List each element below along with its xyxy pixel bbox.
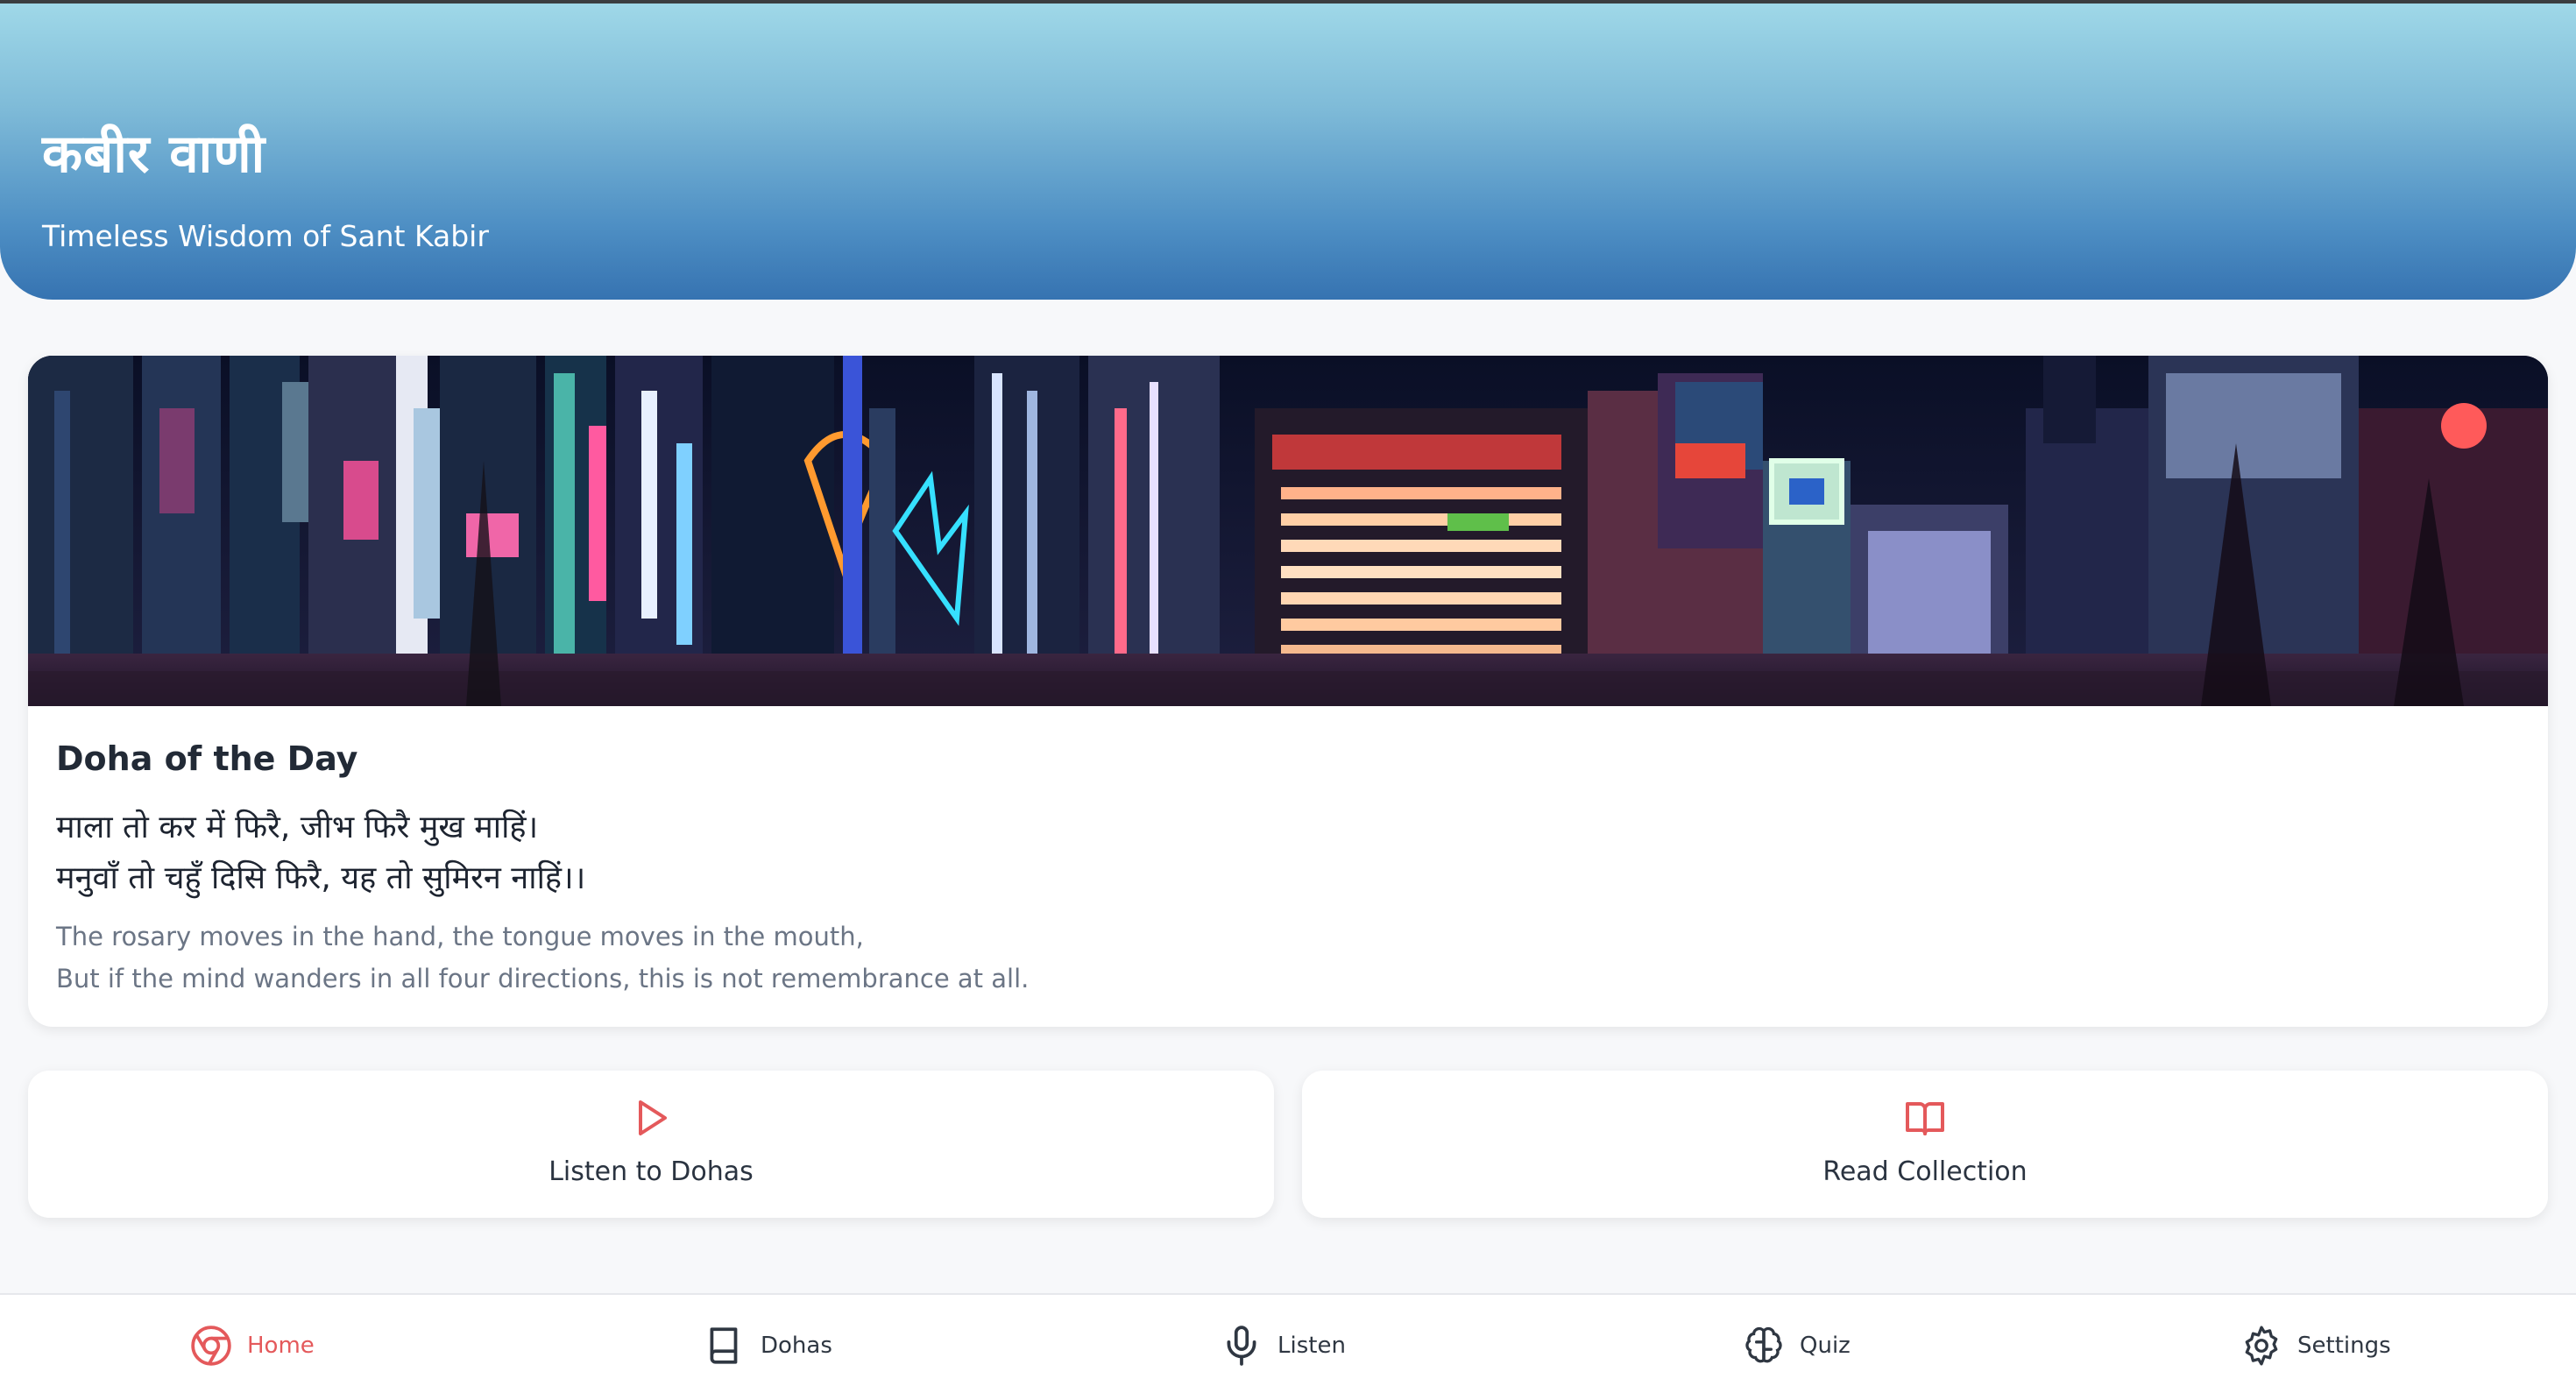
nav-item-listen[interactable]: Listen bbox=[1220, 1319, 1346, 1372]
app-subtitle: Timeless Wisdom of Sant Kabir bbox=[42, 219, 489, 253]
doha-hindi-line-2: मनुवाँ तो चहुँ दिसि फिरै, यह तो सुमिरन न… bbox=[56, 860, 586, 896]
book-open-icon bbox=[1906, 1102, 1944, 1135]
nav-item-quiz[interactable]: Quiz bbox=[1742, 1319, 1851, 1372]
play-icon bbox=[639, 1100, 667, 1135]
brain-icon bbox=[1745, 1326, 1782, 1363]
nav-label-dohas: Dohas bbox=[761, 1333, 832, 1359]
city-night-banner-image bbox=[28, 356, 2548, 706]
nav-item-settings[interactable]: Settings bbox=[2240, 1319, 2391, 1372]
doha-of-the-day-card: Doha of the Day माला तो कर में फिरै, जीभ… bbox=[28, 356, 2548, 1027]
doha-english-line-1: The rosary moves in the hand, the tongue… bbox=[56, 922, 864, 951]
nav-item-dohas[interactable]: Dohas bbox=[703, 1319, 832, 1372]
doha-english-line-2: But if the mind wanders in all four dire… bbox=[56, 964, 1030, 993]
microphone-icon bbox=[1227, 1326, 1256, 1366]
listen-to-dohas-button[interactable]: Listen to Dohas bbox=[28, 1071, 1274, 1218]
read-collection-label: Read Collection bbox=[1822, 1156, 2028, 1187]
app-title: कबीर वाणी bbox=[42, 124, 266, 185]
nav-label-listen: Listen bbox=[1277, 1333, 1346, 1359]
listen-to-dohas-label: Listen to Dohas bbox=[548, 1156, 754, 1187]
read-collection-button[interactable]: Read Collection bbox=[1302, 1071, 2548, 1218]
gear-icon bbox=[2245, 1326, 2278, 1366]
app-header: कबीर वाणी Timeless Wisdom of Sant Kabir bbox=[0, 4, 2576, 300]
nav-label-quiz: Quiz bbox=[1800, 1333, 1851, 1359]
doha-of-the-day-heading: Doha of the Day bbox=[56, 739, 358, 778]
chrome-icon bbox=[191, 1326, 231, 1366]
doha-hindi-line-1: माला तो कर में फिरै, जीभ फिरै मुख माहिं। bbox=[56, 810, 539, 845]
nav-label-home: Home bbox=[247, 1333, 315, 1359]
nav-label-settings: Settings bbox=[2297, 1333, 2391, 1359]
nav-item-home[interactable]: Home bbox=[189, 1319, 315, 1372]
book-icon bbox=[710, 1327, 738, 1364]
bottom-navigation-bar: Home Dohas Listen Quiz Settings bbox=[0, 1293, 2576, 1400]
